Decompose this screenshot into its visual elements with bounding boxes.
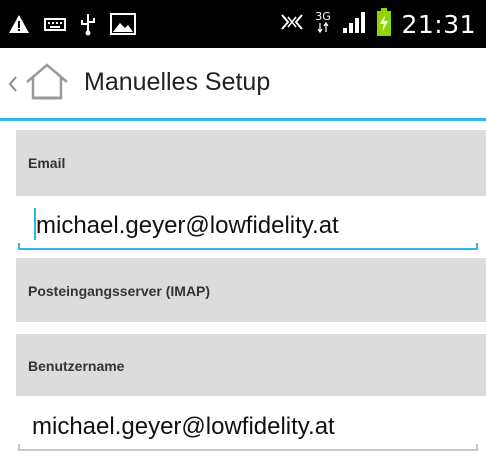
email-value: michael.geyer@lowfidelity.at [36, 212, 339, 239]
email-label: Email [28, 155, 66, 171]
battery-icon [377, 8, 392, 41]
username-section-header: Benutzername [16, 334, 486, 396]
back-chevron-icon[interactable] [8, 75, 18, 98]
action-bar-divider [0, 118, 486, 121]
email-section-header: Email [16, 130, 486, 196]
username-field[interactable]: michael.geyer@lowfidelity.at [18, 399, 478, 455]
username-field-underline [18, 444, 478, 451]
warning-icon [8, 14, 30, 39]
email-field-underline [18, 243, 478, 250]
action-bar: Manuelles Setup [0, 48, 486, 121]
username-label: Benutzername [28, 358, 125, 374]
keyboard-icon [44, 16, 66, 37]
usb-icon [80, 12, 96, 41]
incoming-server-label: Posteingangsserver (IMAP) [28, 283, 211, 299]
username-value: michael.geyer@lowfidelity.at [32, 413, 335, 440]
email-field[interactable]: michael.geyer@lowfidelity.at [18, 198, 478, 254]
signal-icon [341, 9, 367, 40]
image-icon [110, 13, 136, 40]
home-icon[interactable] [24, 62, 70, 107]
incoming-server-section-header: Posteingangsserver (IMAP) [16, 258, 486, 322]
page-title: Manuelles Setup [84, 68, 271, 96]
nfc-icon [279, 11, 305, 38]
network-3g-icon: 3G [315, 9, 331, 40]
network-3g-text: 3G [316, 10, 332, 23]
clock: 21:31 [401, 10, 476, 39]
status-bar: 3G 21:31 [0, 0, 486, 48]
